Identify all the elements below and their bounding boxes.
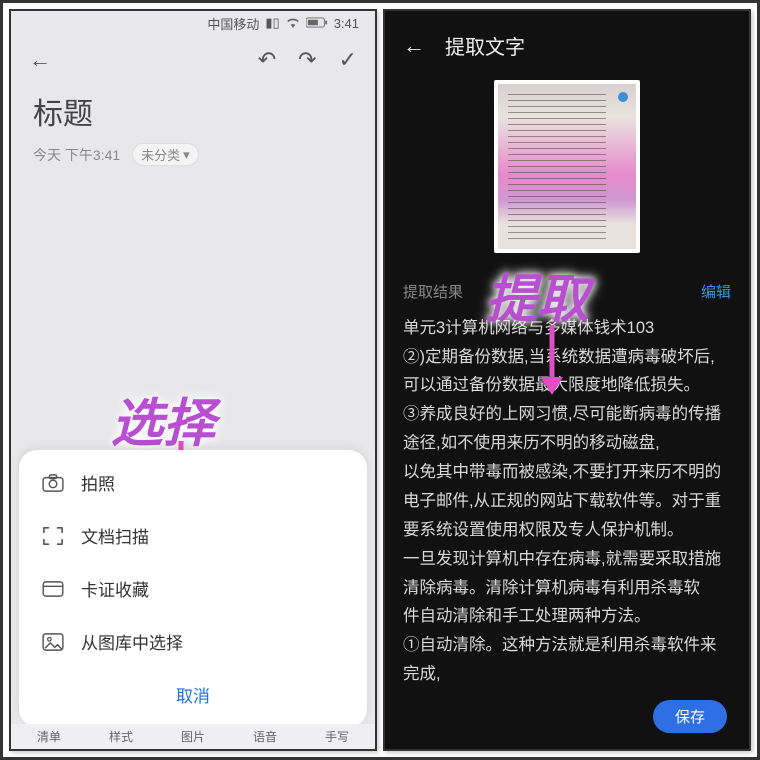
sheet-item-label: 文档扫描 bbox=[81, 523, 149, 548]
statusbar-left: 中国移动 ▮▯ 3:41 bbox=[11, 11, 375, 35]
chevron-down-icon: ▾ bbox=[183, 147, 190, 163]
tab-list[interactable]: 清单 bbox=[37, 728, 61, 745]
save-button[interactable]: 保存 bbox=[653, 700, 727, 733]
notes-editor-screen: 中国移动 ▮▯ 3:41 ← ↶ ↷ ✓ 标题 今天 下午3:41 未分类 ▾ … bbox=[9, 9, 377, 751]
sheet-item-label: 从图库中选择 bbox=[81, 629, 183, 654]
note-meta: 今天 下午3:41 未分类 ▾ bbox=[11, 137, 375, 172]
back-button[interactable]: ← bbox=[403, 33, 425, 59]
sheet-item-gallery[interactable]: 从图库中选择 bbox=[19, 615, 367, 668]
camera-icon bbox=[41, 474, 65, 492]
tag-label: 未分类 bbox=[141, 145, 180, 164]
result-text[interactable]: 单元3计算机网络与多媒体钱术103 ②)定期备份数据,当系统数据遭病毒破坏后,可… bbox=[385, 312, 749, 749]
action-sheet: 拍照 文档扫描 卡证收藏 从图库中选择 取消 bbox=[19, 450, 367, 727]
page-title: 提取文字 bbox=[445, 31, 525, 60]
result-label: 提取结果 bbox=[403, 281, 463, 302]
signal-icon: ▮▯ bbox=[265, 15, 279, 31]
ocr-topbar: ← 提取文字 bbox=[385, 11, 749, 80]
sheet-item-label: 卡证收藏 bbox=[81, 576, 149, 601]
sheet-item-label: 拍照 bbox=[81, 470, 115, 495]
note-timestamp: 今天 下午3:41 bbox=[33, 145, 120, 165]
battery-icon bbox=[306, 16, 328, 31]
result-header: 提取结果 编辑 bbox=[385, 253, 749, 312]
scan-icon bbox=[41, 526, 65, 546]
editor-toolbar: 清单 样式 图片 语音 手写 bbox=[11, 724, 375, 749]
tab-voice[interactable]: 语音 bbox=[253, 728, 277, 745]
status-time: 3:41 bbox=[334, 16, 359, 31]
carrier-label: 中国移动 bbox=[207, 14, 259, 33]
wifi-icon bbox=[286, 16, 300, 31]
annotation-choose: 选择 bbox=[111, 381, 215, 456]
scanned-page-thumbnail[interactable] bbox=[494, 80, 640, 253]
back-button[interactable]: ← bbox=[29, 47, 51, 73]
page-title[interactable]: 标题 bbox=[11, 85, 375, 137]
undo-button[interactable]: ↶ bbox=[258, 47, 276, 73]
sheet-item-camera[interactable]: 拍照 bbox=[19, 456, 367, 509]
confirm-button[interactable]: ✓ bbox=[339, 47, 357, 73]
sheet-item-card[interactable]: 卡证收藏 bbox=[19, 562, 367, 615]
sheet-cancel-button[interactable]: 取消 bbox=[19, 668, 367, 721]
editor-topbar: ← ↶ ↷ ✓ bbox=[11, 35, 375, 85]
edit-button[interactable]: 编辑 bbox=[701, 281, 731, 302]
tab-handwrite[interactable]: 手写 bbox=[325, 728, 349, 745]
gallery-icon bbox=[41, 633, 65, 651]
tag-chip[interactable]: 未分类 ▾ bbox=[132, 143, 199, 166]
redo-button[interactable]: ↷ bbox=[298, 47, 316, 73]
ocr-result-screen: ← 提取文字 提取 提取结果 编辑 单元3计算机网络与多媒体钱术103 ②)定期… bbox=[383, 9, 751, 751]
card-icon bbox=[41, 581, 65, 597]
sheet-item-scan[interactable]: 文档扫描 bbox=[19, 509, 367, 562]
tab-image[interactable]: 图片 bbox=[181, 728, 205, 745]
tab-style[interactable]: 样式 bbox=[109, 728, 133, 745]
